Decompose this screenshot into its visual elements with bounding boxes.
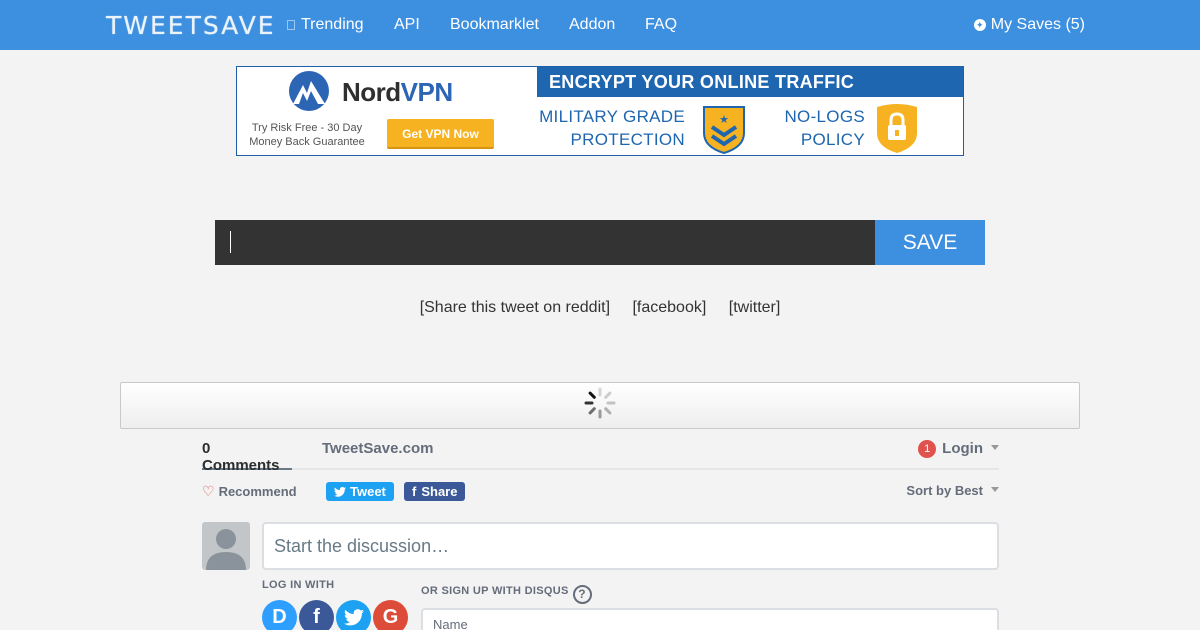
trending-icon	[287, 20, 295, 30]
nav-addon[interactable]: Addon	[569, 16, 615, 34]
comment-textarea[interactable]: Start the discussion…	[262, 522, 999, 570]
share-links: [Share this tweet on reddit] [facebook] …	[0, 299, 1200, 317]
share-label: Share	[421, 484, 458, 499]
recommend-button[interactable]: ♡ Recommend	[202, 483, 297, 500]
recommend-label: Recommend	[218, 484, 297, 499]
disqus-login-menu[interactable]: 1 Login	[918, 440, 999, 458]
share-twitter-link[interactable]: [twitter]	[729, 299, 781, 316]
nav-faq[interactable]: FAQ	[645, 16, 677, 34]
disqus-actions: ♡ Recommend Tweet f Share Sort by Best	[202, 482, 999, 502]
nordvpn-ad-banner[interactable]: NordVPN Try Risk Free - 30 Day Money Bac…	[236, 66, 964, 156]
ad-left-panel: NordVPN Try Risk Free - 30 Day Money Bac…	[237, 67, 537, 155]
tab-site[interactable]: TweetSave.com	[322, 440, 433, 457]
share-reddit-link[interactable]: [Share this tweet on reddit]	[420, 299, 610, 316]
twitter-bird-icon	[334, 486, 346, 497]
my-saves-link[interactable]: ✦ My Saves (5)	[973, 16, 1085, 34]
ad-feature-nologs: NO-LOGS POLICY	[784, 107, 865, 149]
log-in-with-label: LOG IN WITH	[262, 579, 335, 591]
loading-spinner-icon	[584, 387, 616, 419]
nordvpn-wordmark: NordVPN	[342, 77, 453, 107]
tweet-button[interactable]: Tweet	[326, 482, 394, 501]
disqus-login-icon[interactable]: D	[262, 600, 297, 630]
name-field[interactable]: Name	[421, 608, 999, 630]
nav-trending-label: Trending	[301, 16, 364, 33]
lock-shield-icon	[877, 104, 917, 153]
sort-label: Sort by Best	[906, 483, 983, 498]
help-icon[interactable]: ?	[572, 585, 592, 604]
facebook-share-button[interactable]: f Share	[404, 482, 466, 501]
tab-comments[interactable]: 0 Comments	[202, 440, 292, 474]
nav-bookmarklet[interactable]: Bookmarklet	[450, 16, 539, 34]
nav-api[interactable]: API	[394, 16, 420, 34]
chevron-down-icon	[991, 487, 999, 492]
chevron-down-icon	[991, 445, 999, 450]
login-label: Login	[942, 440, 983, 457]
google-login-icon[interactable]: G	[373, 600, 408, 630]
ad-feature-protection: MILITARY GRADE PROTECTION	[539, 107, 685, 149]
shield-icon: ★	[703, 106, 745, 155]
twitter-login-icon[interactable]	[336, 600, 371, 630]
get-vpn-button[interactable]: Get VPN Now	[387, 119, 494, 149]
site-logo[interactable]: TWEETSAVE	[106, 11, 276, 40]
ad-headline: ENCRYPT YOUR ONLINE TRAFFIC	[537, 67, 963, 97]
facebook-login-icon[interactable]: f	[299, 600, 334, 630]
my-saves-label: My Saves (5)	[990, 16, 1085, 33]
tweet-url-input[interactable]	[215, 220, 875, 265]
signup-with-disqus-label: OR SIGN UP WITH DISQUS?	[421, 585, 592, 604]
disqus-tabs: 0 Comments TweetSave.com 1 Login	[202, 440, 999, 474]
avatar	[202, 522, 250, 570]
top-navbar: TWEETSAVE Trending API Bookmarklet Addon…	[0, 0, 1200, 50]
signup-label: OR SIGN UP WITH DISQUS	[421, 585, 569, 597]
facebook-icon: f	[412, 484, 417, 499]
tweet-label: Tweet	[350, 484, 386, 499]
notification-badge: 1	[918, 440, 937, 458]
nav-trending[interactable]: Trending	[287, 16, 364, 34]
star-icon: ✦	[973, 19, 986, 31]
sort-dropdown[interactable]: Sort by Best	[906, 483, 999, 498]
twitter-bird-icon	[343, 609, 364, 626]
save-button[interactable]: SAVE	[875, 220, 985, 265]
share-facebook-link[interactable]: [facebook]	[632, 299, 706, 316]
nordvpn-logo-icon	[289, 71, 329, 111]
svg-text:★: ★	[719, 114, 729, 126]
ad-guarantee-text: Try Risk Free - 30 Day Money Back Guaran…	[249, 122, 365, 148]
user-silhouette-icon	[206, 529, 246, 570]
heart-icon: ♡	[202, 483, 215, 499]
text-caret	[230, 231, 231, 253]
